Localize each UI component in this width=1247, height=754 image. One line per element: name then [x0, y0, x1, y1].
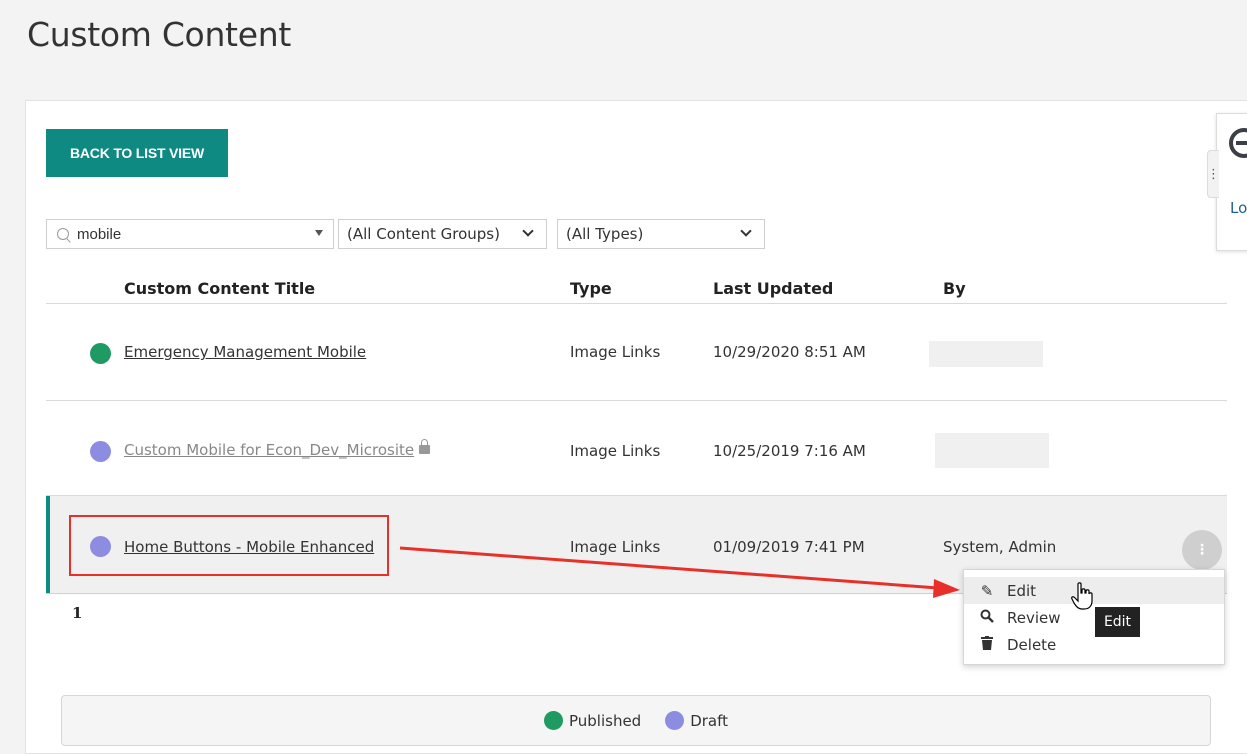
menu-item-edit[interactable]: ✎ Edit: [964, 577, 1224, 604]
status-legend: Published Draft: [61, 695, 1211, 746]
hand-cursor-icon: [1071, 582, 1093, 610]
legend-published-label: Published: [568, 711, 642, 730]
menu-item-label: Delete: [1007, 635, 1057, 654]
published-legend-dot: [543, 711, 563, 730]
pagination-current[interactable]: 1: [72, 604, 82, 622]
draft-legend-dot: [665, 711, 685, 730]
pencil-icon: ✎: [980, 581, 994, 600]
row-context-menu: ✎ Edit Review Delete: [963, 569, 1225, 665]
legend-draft-label: Draft: [690, 711, 729, 730]
menu-item-label: Edit: [1007, 581, 1037, 600]
menu-item-delete[interactable]: Delete: [964, 631, 1224, 658]
trash-icon: [979, 635, 995, 654]
tooltip: Edit: [1095, 607, 1140, 637]
side-panel-link[interactable]: Lo: [1230, 199, 1247, 217]
side-panel-handle[interactable]: ⋮: [1207, 150, 1220, 198]
menu-item-review[interactable]: Review: [964, 604, 1224, 631]
menu-item-label: Review: [1007, 608, 1061, 627]
magnifier-icon: [979, 609, 995, 627]
